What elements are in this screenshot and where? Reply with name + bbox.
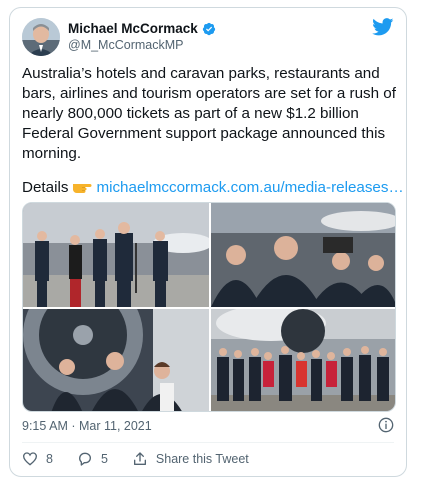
like-button[interactable]: 8 bbox=[22, 451, 53, 467]
tweet-timestamp[interactable]: 9:15 AM · Mar 11, 2021 bbox=[22, 419, 152, 433]
reply-button[interactable]: 5 bbox=[77, 451, 108, 467]
verified-badge-icon bbox=[202, 22, 215, 35]
divider bbox=[22, 442, 394, 443]
tweet-actions: 8 5 Share this Tweet bbox=[22, 451, 273, 467]
author-handle[interactable]: @M_McCormackMP bbox=[68, 38, 183, 52]
like-count: 8 bbox=[46, 452, 53, 466]
twitter-bird-icon[interactable] bbox=[372, 18, 394, 36]
reply-icon bbox=[78, 452, 91, 466]
share-icon bbox=[133, 452, 146, 465]
press-conference-hangar-photo[interactable] bbox=[23, 203, 209, 307]
pointing-hand-icon bbox=[73, 184, 92, 193]
info-icon[interactable] bbox=[378, 417, 394, 433]
heart-icon bbox=[22, 452, 38, 466]
crew-group-photo[interactable] bbox=[211, 309, 395, 411]
tweet-details-line: Details michaelmccormack.com.au/media-re… bbox=[22, 178, 404, 198]
reply-count: 5 bbox=[100, 452, 108, 466]
media-release-link[interactable]: michaelmccormack.com.au/media-releases… bbox=[96, 179, 403, 196]
tweet-card[interactable]: Michael McCormack @M_McCormackMP Austral… bbox=[9, 7, 407, 477]
avatar[interactable] bbox=[22, 18, 60, 56]
details-label: Details bbox=[22, 179, 69, 196]
tweet-media-grid bbox=[22, 202, 396, 412]
share-label: Share this Tweet bbox=[155, 452, 249, 466]
share-button[interactable]: Share this Tweet bbox=[132, 451, 249, 467]
tweet-body-text: Australia’s hotels and caravan parks, re… bbox=[22, 65, 396, 162]
author-display-name[interactable]: Michael McCormack bbox=[68, 21, 198, 36]
group-conversation-photo[interactable] bbox=[211, 203, 395, 307]
jet-engine-portrait-photo[interactable] bbox=[23, 309, 209, 411]
